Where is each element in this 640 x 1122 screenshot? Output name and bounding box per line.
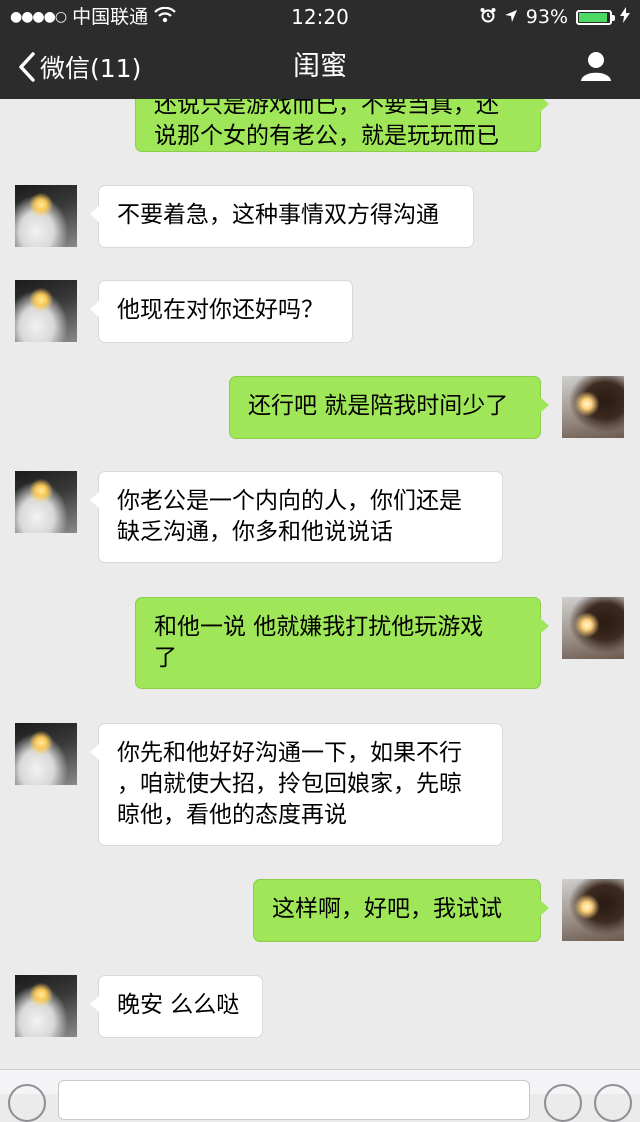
more-options-button[interactable] <box>594 1084 632 1122</box>
back-button[interactable]: 微信(11) <box>18 34 141 99</box>
friend-avatar[interactable] <box>15 975 77 1037</box>
person-icon <box>580 52 612 86</box>
status-bar: ●●●●○ 中国联通 12:20 93% <box>0 0 640 34</box>
message-bubble-mine[interactable]: 还行吧 就是陪我时间少了 <box>229 376 549 439</box>
message-bubble-theirs[interactable]: 你先和他好好沟通一下，如果不行 ，咱就使大招，拎包回娘家，先晾 晾他，看他的态度… <box>90 723 503 846</box>
message-list[interactable]: 还说只是游戏而已，不要当真，还 说那个女的有老公，就是玩玩而已 不要着急，这种事… <box>0 99 640 1069</box>
message-line: 说那个女的有老公，就是玩玩而已 <box>154 123 499 149</box>
my-avatar[interactable] <box>562 376 624 438</box>
message-line: 和他一说 他就嫌我打扰他玩游戏 <box>154 614 484 640</box>
charging-bolt-icon <box>620 0 630 34</box>
battery-level-fill <box>579 12 607 22</box>
message-bubble-theirs[interactable]: 不要着急，这种事情双方得沟通 <box>90 185 474 248</box>
voice-toggle-button[interactable] <box>8 1084 46 1122</box>
navigation-bar: 微信(11) 闺蜜 <box>0 34 640 99</box>
back-label: 微信(11) <box>40 53 142 83</box>
message-line: ，咱就使大招，拎包回娘家，先晾 <box>117 771 462 797</box>
message-line: 晚安 么么哒 <box>117 992 240 1018</box>
message-line: 你老公是一个内向的人，你们还是 <box>117 488 462 514</box>
emoji-button[interactable] <box>544 1084 582 1122</box>
location-arrow-icon <box>504 0 518 34</box>
my-avatar[interactable] <box>562 597 624 659</box>
chat-info-button[interactable] <box>580 50 612 82</box>
my-avatar[interactable] <box>562 879 624 941</box>
message-line: 你先和他好好沟通一下，如果不行 <box>117 740 462 766</box>
message-line: 不要着急，这种事情双方得沟通 <box>117 202 439 228</box>
top-bar: ●●●●○ 中国联通 12:20 93% 微信(11) 闺蜜 <box>0 0 640 99</box>
message-line: 他现在对你还好吗？ <box>117 297 324 323</box>
friend-avatar[interactable] <box>15 185 77 247</box>
message-line: 还行吧 就是陪我时间少了 <box>248 393 509 419</box>
message-line: 这样啊，好吧，我试试 <box>272 896 502 922</box>
battery-icon <box>576 9 615 25</box>
friend-avatar[interactable] <box>15 280 77 342</box>
message-bubble-theirs[interactable]: 晚安 么么哒 <box>90 975 263 1038</box>
friend-avatar[interactable] <box>15 723 77 785</box>
message-input[interactable] <box>58 1080 530 1120</box>
chevron-left-icon <box>18 51 36 82</box>
alarm-icon <box>480 0 496 34</box>
friend-avatar[interactable] <box>15 471 77 533</box>
message-line: 晾他，看他的态度再说 <box>117 802 347 828</box>
message-line: 缺乏沟通，你多和他说说话 <box>117 519 393 545</box>
message-bubble-mine[interactable]: 这样啊，好吧，我试试 <box>253 879 549 942</box>
message-bubble-theirs[interactable]: 你老公是一个内向的人，你们还是 缺乏沟通，你多和他说说话 <box>90 471 503 563</box>
message-line: 还说只是游戏而已，不要当真，还 <box>154 99 499 118</box>
message-bubble-mine[interactable]: 还说只是游戏而已，不要当真，还 说那个女的有老公，就是玩玩而已 <box>135 99 549 152</box>
message-bubble-mine[interactable]: 和他一说 他就嫌我打扰他玩游戏 了 <box>135 597 549 689</box>
input-toolbar <box>0 1069 640 1122</box>
battery-percent: 93% <box>525 6 568 28</box>
message-bubble-theirs[interactable]: 他现在对你还好吗？ <box>90 280 353 343</box>
message-line: 了 <box>154 645 177 671</box>
